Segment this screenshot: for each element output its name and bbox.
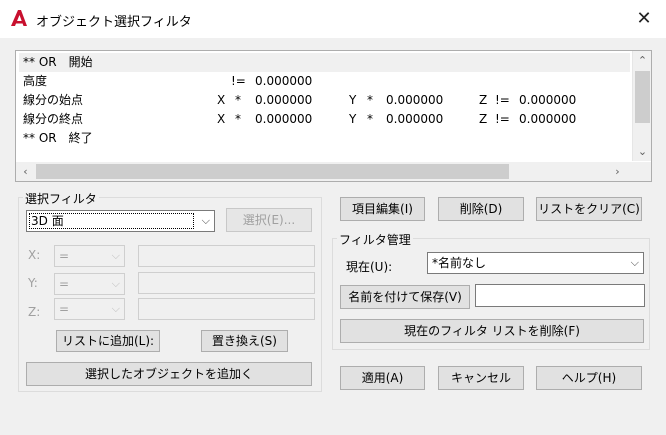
chevron-down-icon: ⌵ xyxy=(111,277,120,290)
horizontal-scrollbar[interactable]: ‹ › xyxy=(16,162,633,181)
list-cell: * xyxy=(367,112,373,126)
list-cell: 0.000000 xyxy=(255,74,313,88)
scroll-down-icon[interactable]: ⌄ xyxy=(633,142,651,161)
scroll-up-icon[interactable]: ⌃ xyxy=(633,51,651,70)
list-cell: 高度 xyxy=(23,74,48,88)
list-cell: 0.000000 xyxy=(519,93,577,107)
scroll-right-icon[interactable]: › xyxy=(608,162,627,181)
list-cell: Y xyxy=(349,93,357,107)
list-cell: Z xyxy=(479,112,488,126)
list-cell: 0.000000 xyxy=(255,112,313,126)
chevron-down-icon: ⌵ xyxy=(201,214,210,227)
z-label: Z: xyxy=(28,305,41,319)
scroll-corner xyxy=(632,162,651,181)
list-cell: * xyxy=(235,112,241,126)
y-operator-combo[interactable]: = ⌵ xyxy=(54,273,125,295)
vertical-scroll-thumb[interactable] xyxy=(635,71,650,123)
help-button[interactable]: ヘルプ(H) xyxy=(536,366,642,390)
list-cell: 0.000000 xyxy=(386,112,444,126)
x-operator-combo[interactable]: = ⌵ xyxy=(54,245,125,267)
delete-button[interactable]: 削除(D) xyxy=(438,197,524,221)
filter-type-combo[interactable]: 3D 面 ⌵ xyxy=(26,210,215,232)
chevron-down-icon: ⌵ xyxy=(630,256,639,269)
list-cell: ** OR 開始 xyxy=(23,55,93,69)
chevron-down-icon: ⌵ xyxy=(111,302,120,315)
list-cell: != xyxy=(495,93,510,107)
save-as-button[interactable]: 名前を付けて保存(V) xyxy=(340,285,470,309)
x-value-field[interactable] xyxy=(138,245,315,267)
list-item[interactable]: 高度 != 0.000000 xyxy=(23,72,312,91)
cancel-button[interactable]: キャンセル xyxy=(438,366,524,390)
list-item[interactable]: 線分の終点 X * 0.000000 Y * 0.000000 Z != 0.0… xyxy=(23,110,576,129)
list-cell: 0.000000 xyxy=(519,112,577,126)
horizontal-scroll-thumb[interactable] xyxy=(36,164,509,179)
y-operator-value: = xyxy=(59,277,70,291)
title-bar: オブジェクト選択フィルタ ✕ xyxy=(0,0,666,38)
select-filter-group-label: 選択フィルタ xyxy=(23,190,99,207)
y-value-field[interactable] xyxy=(138,272,315,294)
window-title: オブジェクト選択フィルタ xyxy=(36,15,192,30)
list-cell: ** OR 終了 xyxy=(23,131,93,145)
list-cell: != xyxy=(231,74,246,88)
list-cell: 0.000000 xyxy=(255,93,313,107)
select-button[interactable]: 選択(E)... xyxy=(226,208,312,232)
current-filter-combo[interactable]: *名前なし ⌵ xyxy=(427,252,644,274)
current-filter-value: *名前なし xyxy=(432,256,487,270)
apply-button[interactable]: 適用(A) xyxy=(340,366,425,390)
clear-list-button[interactable]: リストをクリア(C) xyxy=(536,197,642,221)
autocad-logo-icon xyxy=(10,9,28,27)
filter-management-group-label: フィルタ管理 xyxy=(337,231,413,248)
z-operator-value: = xyxy=(59,302,70,316)
list-item[interactable]: ** OR 開始 xyxy=(19,53,630,72)
close-button[interactable]: ✕ xyxy=(630,6,658,32)
replace-button[interactable]: 置き換え(S) xyxy=(201,330,288,352)
z-operator-combo[interactable]: = ⌵ xyxy=(54,298,125,320)
z-value-field[interactable] xyxy=(138,298,315,320)
list-cell: X xyxy=(217,93,226,107)
scroll-left-icon[interactable]: ‹ xyxy=(16,162,35,181)
current-label: 現在(U): xyxy=(346,260,393,274)
filter-type-value: 3D 面 xyxy=(31,214,64,228)
add-to-list-button[interactable]: リストに追加(L): xyxy=(56,330,160,352)
add-selected-object-button[interactable]: 選択したオブジェクトを追加く xyxy=(26,362,312,386)
list-cell: Z xyxy=(479,93,488,107)
list-item[interactable]: ** OR 終了 xyxy=(23,129,93,148)
chevron-down-icon: ⌵ xyxy=(111,249,120,262)
list-cell: != xyxy=(495,112,510,126)
delete-current-filter-list-button[interactable]: 現在のフィルタ リストを削除(F) xyxy=(340,319,644,343)
list-cell: * xyxy=(367,93,373,107)
save-as-name-field[interactable] xyxy=(475,284,645,307)
list-cell: 線分の終点 xyxy=(23,112,84,126)
filter-list[interactable]: ** OR 開始 高度 != 0.000000 線分の始点 X * 0.0000… xyxy=(15,50,652,182)
x-operator-value: = xyxy=(59,249,70,263)
x-label: X: xyxy=(28,248,41,262)
list-item[interactable]: 線分の始点 X * 0.000000 Y * 0.000000 Z != 0.0… xyxy=(23,91,576,110)
vertical-scrollbar[interactable]: ⌃ ⌄ xyxy=(632,51,651,161)
edit-item-button[interactable]: 項目編集(I) xyxy=(340,197,425,221)
list-cell: 0.000000 xyxy=(386,93,444,107)
list-cell: X xyxy=(217,112,226,126)
list-cell: * xyxy=(235,93,241,107)
list-cell: Y xyxy=(349,112,357,126)
list-cell: 線分の始点 xyxy=(23,93,84,107)
y-label: Y: xyxy=(28,276,38,290)
